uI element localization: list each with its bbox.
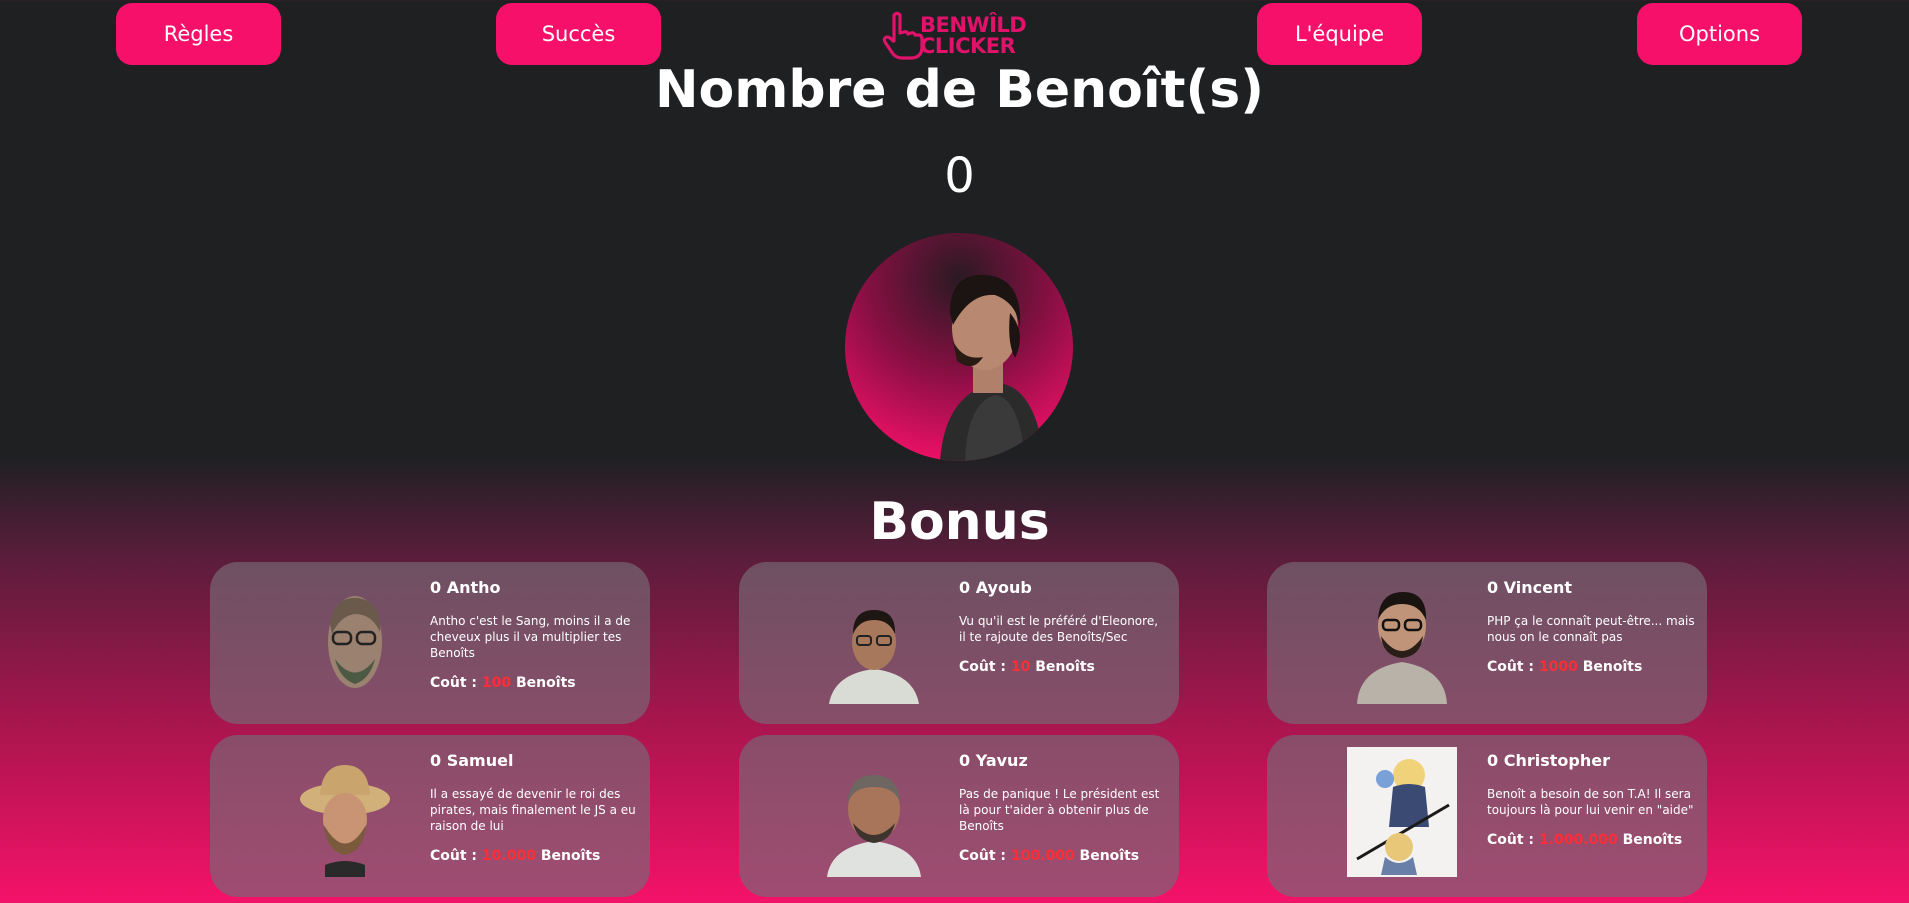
bonus-cost: Coût : 100 Benoîts — [430, 675, 638, 691]
antho-portrait-image — [328, 596, 382, 688]
rules-button[interactable]: Règles — [116, 3, 281, 65]
bonus-description: PHP ça le connaît peut-être... mais nous… — [1487, 614, 1695, 644]
achievements-button[interactable]: Succès — [496, 3, 661, 65]
cost-label: Coût : — [430, 848, 478, 864]
bonus-name: 0 Vincent — [1487, 578, 1573, 597]
bonus-cost: Coût : 10.000 Benoîts — [430, 848, 638, 864]
benoit-counter: 0 — [944, 148, 975, 204]
bonus-price: 100 — [481, 675, 512, 691]
samuel-portrait-image — [300, 765, 390, 877]
bonus-card-vincent[interactable]: 0 Vincent PHP ça le connaît peut-être...… — [1267, 562, 1707, 724]
cost-label: Coût : — [1487, 832, 1535, 848]
bonus-description: Vu qu'il est le préféré d'Eleonore, il t… — [959, 614, 1159, 644]
vincent-portrait-image — [1357, 592, 1447, 704]
bonus-description: Antho c'est le Sang, moins il a de cheve… — [430, 614, 631, 660]
options-button[interactable]: Options — [1637, 3, 1802, 65]
bonus-description: Pas de panique ! Le président est là pou… — [959, 787, 1160, 833]
bonus-title: Bonus — [869, 492, 1050, 552]
bonus-price: 10 — [1010, 659, 1031, 675]
cost-label: Coût : — [959, 659, 1007, 675]
counter-title: Nombre de Benoît(s) — [654, 60, 1265, 120]
bonus-card-samuel[interactable]: 0 Samuel Il a essayé de devenir le roi d… — [210, 735, 650, 897]
bonus-description: Il a essayé de devenir le roi des pirate… — [430, 787, 636, 833]
cost-label: Coût : — [1487, 659, 1535, 675]
cost-currency: Benoîts — [1079, 848, 1140, 864]
cost-label: Coût : — [959, 848, 1007, 864]
bonus-description: Benoît a besoin de son T.A! Il sera touj… — [1487, 787, 1694, 817]
yavuz-portrait-image — [827, 775, 921, 877]
bonus-price: 1.000.000 — [1538, 832, 1618, 848]
cost-currency: Benoîts — [540, 848, 601, 864]
bonus-name: 0 Ayoub — [959, 578, 1032, 597]
cost-currency: Benoîts — [1035, 659, 1095, 675]
benoit-click-avatar[interactable] — [845, 233, 1073, 461]
cost-currency: Benoîts — [1582, 659, 1643, 675]
ayoub-portrait-image — [829, 610, 919, 704]
bonus-card-yavuz[interactable]: 0 Yavuz Pas de panique ! Le président es… — [739, 735, 1179, 897]
logo-line-1: BENWÎLD — [920, 13, 1027, 37]
cost-currency: Benoîts — [1622, 832, 1683, 848]
bonus-name: 0 Christopher — [1487, 751, 1610, 770]
bonus-cost: Coût : 1.000.000 Benoîts — [1487, 832, 1695, 848]
bonus-cost: Coût : 1000 Benoîts — [1487, 659, 1695, 675]
bonus-card-christopher[interactable]: 0 Christopher Benoît a besoin de son T.A… — [1267, 735, 1707, 897]
bonus-price: 1000 — [1538, 659, 1578, 675]
bonus-cost: Coût : 10 Benoîts — [959, 659, 1167, 675]
bonus-price: 10.000 — [481, 848, 536, 864]
bonus-name: 0 Antho — [430, 578, 501, 597]
bonus-cost: Coût : 100.000 Benoîts — [959, 848, 1167, 864]
bonus-card-ayoub[interactable]: 0 Ayoub Vu qu'il est le préféré d'Eleono… — [739, 562, 1179, 724]
logo: BENWÎLD CLICKER — [880, 8, 1030, 64]
logo-line-2: CLICKER — [920, 34, 1016, 58]
benoit-portrait-image — [940, 274, 1045, 461]
bonus-name: 0 Yavuz — [959, 751, 1028, 770]
cost-currency: Benoîts — [516, 675, 576, 691]
bonus-card-antho[interactable]: 0 Antho Antho c'est le Sang, moins il a … — [210, 562, 650, 724]
cost-label: Coût : — [430, 675, 478, 691]
team-button[interactable]: L'équipe — [1257, 3, 1422, 65]
bonus-price: 100.000 — [1010, 848, 1075, 864]
bonus-name: 0 Samuel — [430, 751, 514, 770]
christopher-portrait-image — [1347, 747, 1457, 877]
